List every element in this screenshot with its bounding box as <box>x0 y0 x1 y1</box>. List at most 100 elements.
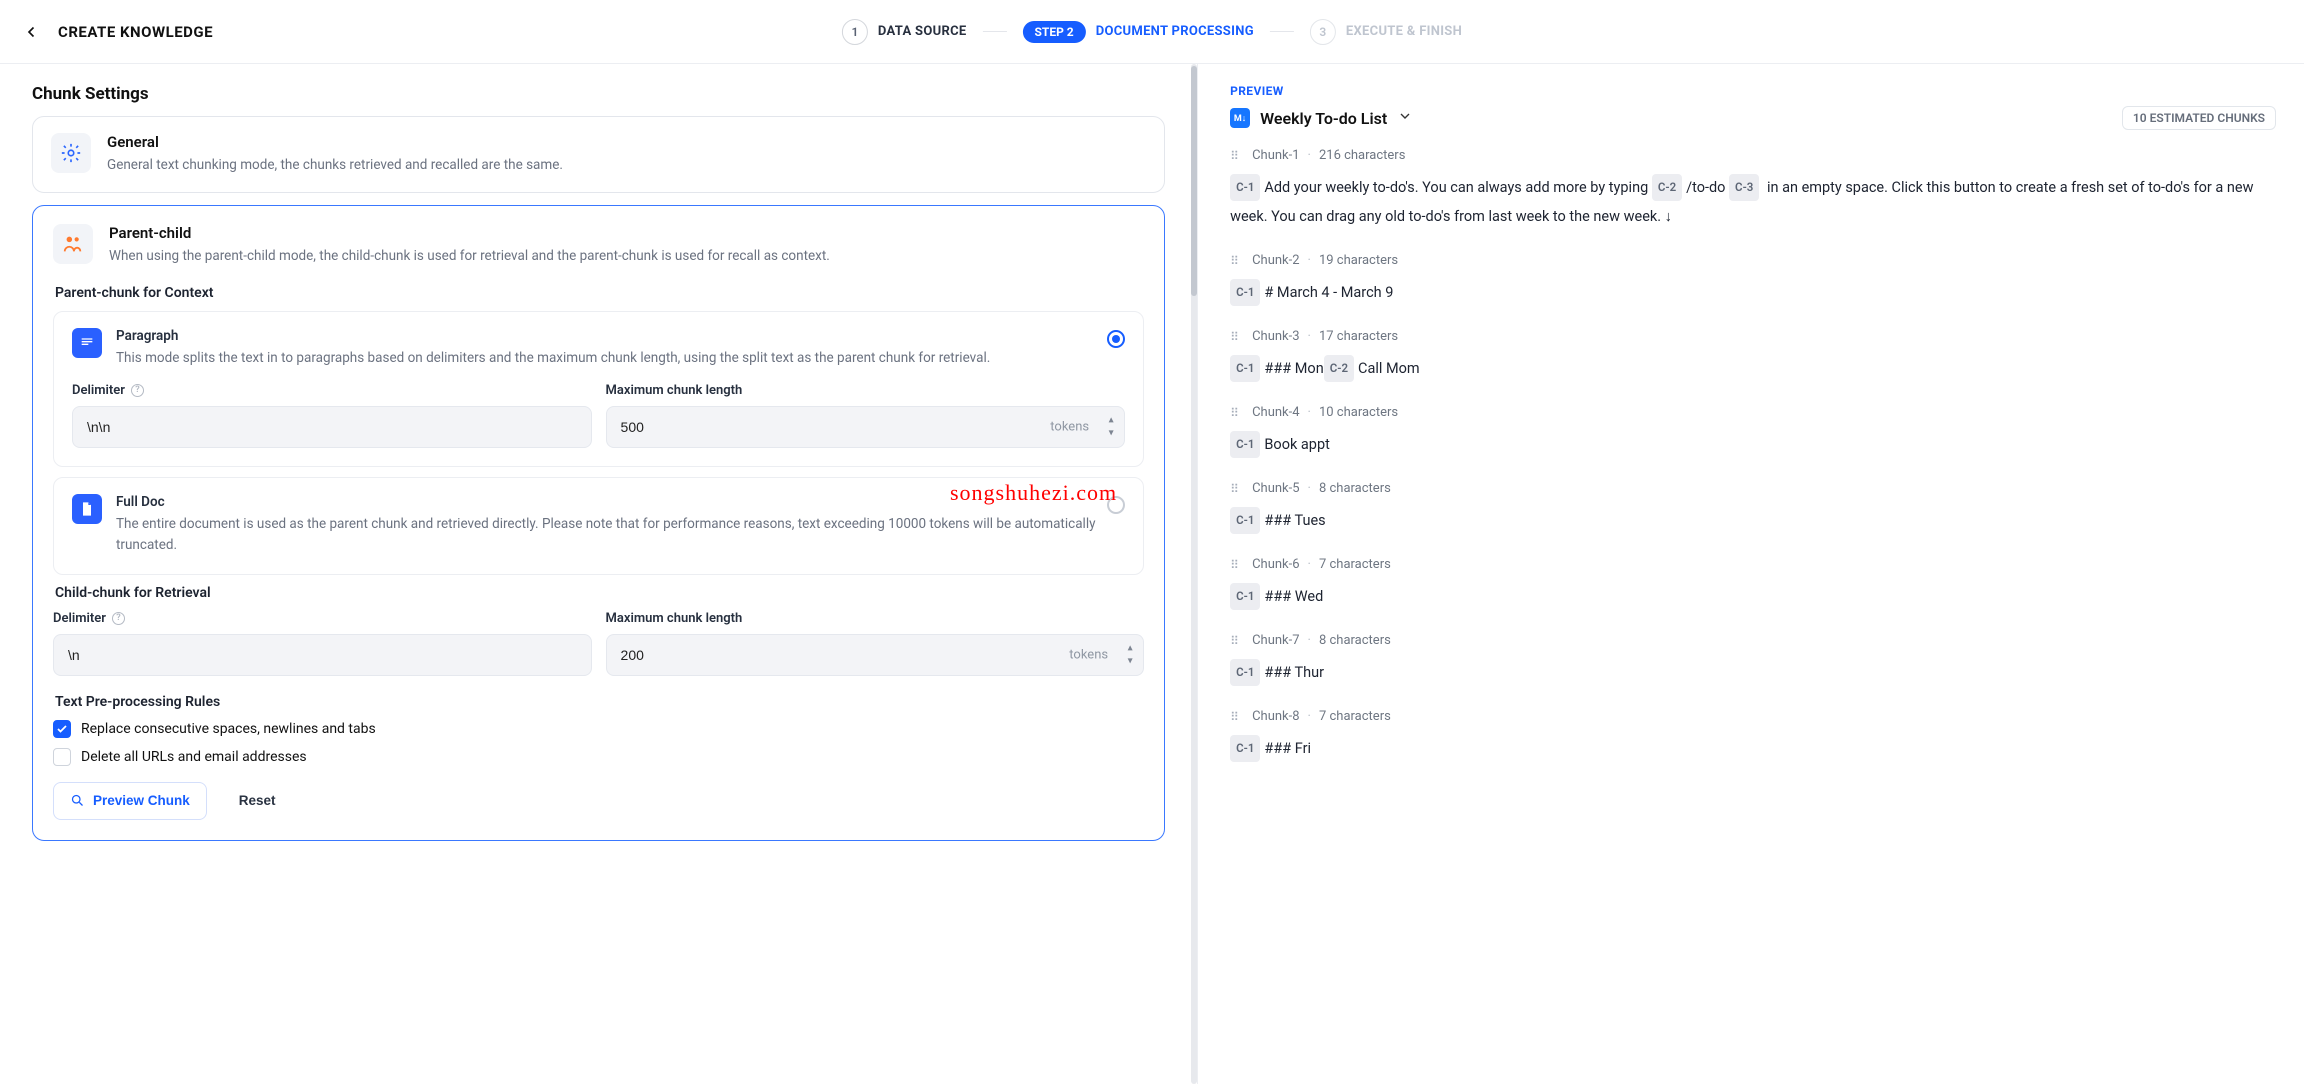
chunk-meta: Chunk-2·19 characters <box>1230 253 2276 268</box>
chunk-meta: Chunk-5·8 characters <box>1230 481 2276 496</box>
parent-chunk-section-label: Parent-chunk for Context <box>55 285 1142 301</box>
chunk-settings-heading: Chunk Settings <box>32 84 1165 104</box>
step-document-processing[interactable]: STEP 2 DOCUMENT PROCESSING <box>1023 21 1254 43</box>
chunk-id: Chunk-5 <box>1252 481 1299 496</box>
info-icon[interactable]: ? <box>112 612 125 625</box>
drag-handle-icon[interactable] <box>1230 558 1242 572</box>
step-separator <box>983 31 1007 32</box>
paragraph-delimiter-input[interactable] <box>72 406 592 448</box>
drag-handle-icon[interactable] <box>1230 406 1242 420</box>
chunk-item: Chunk-5·8 characters C-1### Tues <box>1230 481 2276 535</box>
child-chunk-tag: C-2 <box>1324 355 1354 382</box>
rule-label: Replace consecutive spaces, newlines and… <box>81 721 376 737</box>
chunk-body: C-1# March 4 - March 9 <box>1230 278 2276 307</box>
estimated-chunks-badge: 10 ESTIMATED CHUNKS <box>2122 106 2276 130</box>
chunk-body: C-1### Wed <box>1230 582 2276 611</box>
child-chunk-tag: C-1 <box>1230 279 1260 306</box>
rule-replace-spaces[interactable]: Replace consecutive spaces, newlines and… <box>53 720 1144 738</box>
chunk-body: C-1Book appt <box>1230 430 2276 459</box>
rules-heading: Text Pre-processing Rules <box>55 694 1142 710</box>
paragraph-max-length-input[interactable] <box>606 406 1126 448</box>
child-max-length-input[interactable] <box>606 634 1145 676</box>
preview-panel: PREVIEW M↓ Weekly To-do List 10 ESTIMATE… <box>1198 64 2304 1084</box>
page-title: CREATE KNOWLEDGE <box>58 23 213 41</box>
rule-delete-urls[interactable]: Delete all URLs and email addresses <box>53 748 1144 766</box>
chunk-item: Chunk-6·7 characters C-1### Wed <box>1230 557 2276 611</box>
drag-handle-icon[interactable] <box>1230 149 1242 163</box>
number-stepper[interactable]: ▴▾ <box>1122 642 1138 667</box>
checkbox-icon <box>53 748 71 766</box>
radio-paragraph[interactable] <box>1107 330 1125 348</box>
drag-handle-icon[interactable] <box>1230 482 1242 496</box>
chunk-item: Chunk-7·8 characters C-1### Thur <box>1230 633 2276 687</box>
unit-label: tokens <box>1069 647 1108 662</box>
child-delimiter-input[interactable] <box>53 634 592 676</box>
settings-panel: Chunk Settings General General text chun… <box>0 64 1198 1084</box>
unit-label: tokens <box>1050 419 1089 434</box>
child-chunk-tag: C-1 <box>1230 355 1260 382</box>
mode-general-card[interactable]: General General text chunking mode, the … <box>32 116 1165 193</box>
chunk-text: Book appt <box>1264 436 1329 453</box>
scrollbar[interactable] <box>1191 64 1197 1084</box>
radio-full-doc[interactable] <box>1107 496 1125 514</box>
option-full-doc[interactable]: Full Doc The entire document is used as … <box>53 477 1144 575</box>
chunk-char-count: 19 characters <box>1319 253 1398 268</box>
chunk-char-count: 10 characters <box>1319 405 1398 420</box>
option-title: Full Doc <box>116 494 1125 510</box>
drag-handle-icon[interactable] <box>1230 254 1242 268</box>
chunk-meta: Chunk-6·7 characters <box>1230 557 2276 572</box>
drag-handle-icon[interactable] <box>1230 634 1242 648</box>
chevron-down-icon[interactable] <box>1397 108 1413 128</box>
step-separator <box>1270 31 1294 32</box>
gear-icon <box>51 133 91 173</box>
reset-button[interactable]: Reset <box>223 782 292 820</box>
chunk-text: ### Thur <box>1264 664 1324 681</box>
number-stepper[interactable]: ▴▾ <box>1103 414 1119 439</box>
step-execute-finish[interactable]: 3 EXECUTE & FINISH <box>1310 19 1462 45</box>
child-chunk-tag: C-1 <box>1230 659 1260 686</box>
chunk-body: C-1### Thur <box>1230 658 2276 687</box>
chunk-id: Chunk-6 <box>1252 557 1299 572</box>
option-paragraph[interactable]: Paragraph This mode splits the text in t… <box>53 311 1144 467</box>
chunk-text: Add your weekly to-do's. You can always … <box>1264 179 1651 196</box>
document-icon <box>72 494 102 524</box>
chunk-item: Chunk-8·7 charactersC-1### Fri <box>1230 709 2276 763</box>
chunk-meta: Chunk-7·8 characters <box>1230 633 2276 648</box>
chunk-text: # March 4 - March 9 <box>1264 284 1393 301</box>
rule-label: Delete all URLs and email addresses <box>81 749 307 765</box>
chunk-body: C-1Add your weekly to-do's. You can alwa… <box>1230 173 2276 231</box>
checkbox-icon <box>53 720 71 738</box>
preview-file-name: Weekly To-do List <box>1260 109 1387 128</box>
step-label: DATA SOURCE <box>878 24 967 39</box>
child-chunk-tag: C-1 <box>1230 431 1260 458</box>
chunk-text: ### Mon <box>1264 360 1323 377</box>
chunk-text: ### Wed <box>1264 588 1323 605</box>
chunk-id: Chunk-2 <box>1252 253 1299 268</box>
child-chunk-section-label: Child-chunk for Retrieval <box>55 585 1142 601</box>
step-number: 1 <box>842 19 868 45</box>
card-title: Parent-child <box>109 224 1144 242</box>
preview-chunk-button[interactable]: Preview Chunk <box>53 782 207 820</box>
chunk-char-count: 8 characters <box>1319 481 1391 496</box>
info-icon[interactable]: ? <box>131 384 144 397</box>
drag-handle-icon[interactable] <box>1230 330 1242 344</box>
step-data-source[interactable]: 1 DATA SOURCE <box>842 19 967 45</box>
back-button[interactable] <box>20 20 44 44</box>
chunk-char-count: 7 characters <box>1319 709 1391 724</box>
chunk-char-count: 7 characters <box>1319 557 1391 572</box>
chunk-text: /to-do <box>1686 179 1729 196</box>
chunk-meta: Chunk-4·10 characters <box>1230 405 2276 420</box>
chunk-text: ### Tues <box>1264 512 1325 529</box>
mode-parent-child-card[interactable]: Parent-child When using the parent-child… <box>32 205 1165 841</box>
step-label: DOCUMENT PROCESSING <box>1096 24 1254 39</box>
child-chunk-tag: C-2 <box>1652 174 1682 201</box>
option-desc: This mode splits the text in to paragrap… <box>116 348 1125 369</box>
chunk-id: Chunk-7 <box>1252 633 1299 648</box>
drag-handle-icon[interactable] <box>1230 710 1242 724</box>
parent-child-icon <box>53 224 93 264</box>
card-desc: When using the parent-child mode, the ch… <box>109 246 1144 267</box>
chunk-text: ### Fri <box>1264 740 1311 757</box>
child-chunk-tag: C-1 <box>1230 507 1260 534</box>
option-desc: The entire document is used as the paren… <box>116 514 1125 556</box>
card-title: General <box>107 133 1146 151</box>
